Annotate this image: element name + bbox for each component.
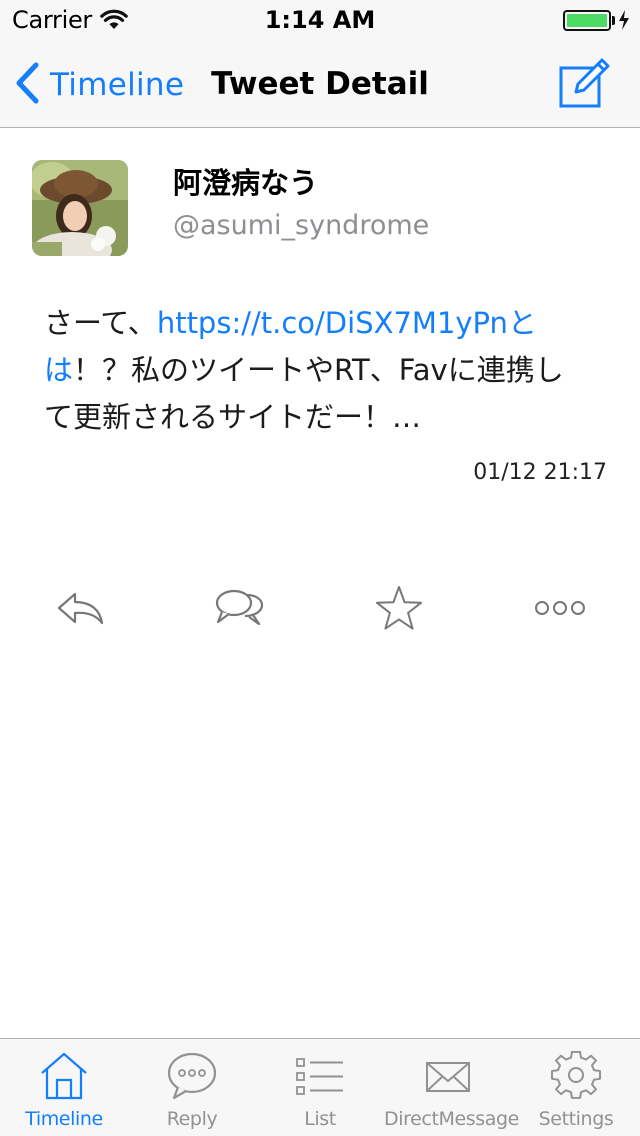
battery-tip (612, 16, 615, 25)
speech-bubble-icon (128, 1051, 256, 1103)
tab-label: Settings (538, 1108, 614, 1130)
user-name[interactable]: 阿澄病なう (173, 160, 318, 202)
home-icon (0, 1051, 128, 1103)
navigation-bar: Timeline Tweet Detail (0, 40, 640, 128)
tab-label: List (304, 1108, 336, 1130)
charging-bolt-icon (617, 9, 631, 35)
envelope-icon (384, 1051, 512, 1103)
tab-label: Reply (166, 1108, 218, 1130)
tweet-actions (0, 580, 640, 640)
list-icon (256, 1051, 384, 1103)
page-title: Tweet Detail (211, 66, 429, 102)
reply-icon (55, 588, 105, 632)
tab-bar: Timeline Reply List DirectMessage Settin… (0, 1038, 640, 1136)
status-time: 1:14 AM (264, 6, 376, 34)
conversation-button[interactable] (204, 580, 274, 640)
more-icon (534, 598, 586, 622)
tab-settings[interactable]: Settings (512, 1039, 640, 1136)
conversation-icon (213, 586, 265, 634)
favorite-button[interactable] (364, 580, 434, 640)
more-button[interactable] (525, 580, 595, 640)
tab-timeline[interactable]: Timeline (0, 1039, 128, 1136)
user-handle[interactable]: @asumi_syndrome (173, 210, 429, 241)
tweet-text-prefix: さーて、 (44, 306, 157, 340)
compose-button[interactable] (558, 58, 612, 108)
top-bar: Carrier 1:14 AM Timeline Tweet Detail (0, 0, 640, 128)
tab-label: DirectMessage (384, 1108, 519, 1130)
tab-label: Timeline (25, 1108, 103, 1130)
status-bar: Carrier 1:14 AM (0, 0, 640, 40)
tab-reply[interactable]: Reply (128, 1039, 256, 1136)
avatar[interactable] (32, 160, 128, 256)
battery-icon (563, 10, 611, 31)
tweet-text-suffix: ！？私のツイートやRT、Favに連携して更新されるサイトだー！… (44, 353, 564, 434)
compose-icon (558, 58, 612, 112)
tab-list[interactable]: List (256, 1039, 384, 1136)
star-icon (375, 585, 423, 635)
reply-button[interactable] (45, 580, 115, 640)
gear-icon (512, 1051, 640, 1103)
tweet-text: さーて、https://t.co/DiSX7M1yPnとは！？私のツイートやRT… (44, 300, 584, 441)
tweet-timestamp: 01/12 21:17 (473, 460, 607, 485)
tab-direct-message[interactable]: DirectMessage (384, 1039, 519, 1136)
